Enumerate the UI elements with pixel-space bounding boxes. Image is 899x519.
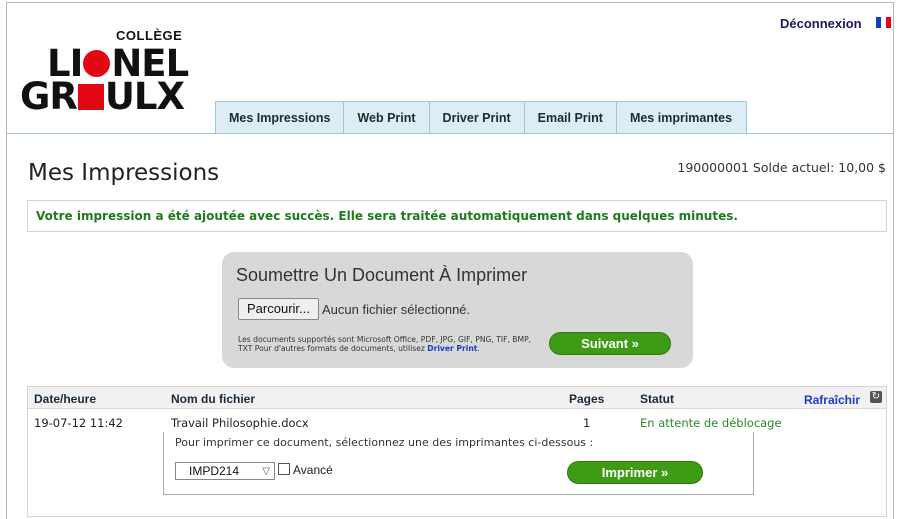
page-title: Mes Impressions — [28, 160, 220, 186]
row-datetime: 19-07-12 11:42 — [34, 416, 123, 430]
driver-print-link[interactable]: Driver Print — [427, 344, 477, 353]
row-pages: 1 — [583, 416, 591, 430]
header-filename: Nom du fichier — [171, 392, 256, 406]
row-status: En attente de déblocage — [640, 416, 782, 430]
logout-link[interactable]: Déconnexion — [780, 16, 862, 31]
jobs-table: Date/heure Nom du fichier Pages Statut R… — [27, 386, 887, 517]
main-nav-tabs: Mes Impressions Web Print Driver Print E… — [215, 101, 748, 134]
refresh-icon[interactable]: ↻ — [870, 391, 882, 403]
success-message-box: Votre impression a été ajoutée avec succ… — [27, 200, 887, 232]
refresh-link[interactable]: Rafraîchir — [804, 393, 860, 407]
browse-button[interactable]: Parcourir... — [238, 298, 319, 320]
chevron-down-icon: ▽ — [262, 466, 270, 477]
print-button[interactable]: Imprimer » — [567, 461, 703, 484]
advanced-label: Avancé — [293, 463, 333, 477]
tab-web-print[interactable]: Web Print — [344, 102, 430, 134]
college-logo: COLLÈGE LI NEL GR ULX — [20, 28, 205, 118]
upload-title: Soumettre Un Document À Imprimer — [236, 265, 528, 285]
supported-formats-text: Les documents supportés sont Microsoft O… — [238, 335, 532, 353]
account-balance: 190000001 Solde actuel: 10,00 $ — [677, 160, 886, 175]
release-instruction: Pour imprimer ce document, sélectionnez … — [175, 436, 594, 449]
french-flag-icon[interactable] — [876, 17, 891, 28]
row-filename: Travail Philosophie.docx — [171, 416, 309, 430]
next-button[interactable]: Suivant » — [549, 332, 671, 355]
success-message: Votre impression a été ajoutée avec succ… — [36, 209, 738, 223]
printer-select-value: IMPD214 — [189, 464, 240, 478]
header-status: Statut — [640, 392, 674, 406]
tab-driver-print[interactable]: Driver Print — [430, 102, 525, 134]
header-datetime: Date/heure — [34, 392, 97, 406]
upload-panel: Soumettre Un Document À Imprimer Parcour… — [222, 252, 693, 368]
logo-line-groulx: GR ULX — [20, 75, 185, 118]
advanced-checkbox[interactable] — [278, 463, 290, 475]
header-divider — [7, 133, 893, 134]
tab-mes-imprimantes[interactable]: Mes imprimantes — [617, 102, 746, 134]
tab-email-print[interactable]: Email Print — [525, 102, 617, 134]
logo-college-text: COLLÈGE — [116, 28, 183, 43]
printer-select[interactable]: IMPD214 ▽ — [175, 462, 275, 480]
tab-mes-impressions[interactable]: Mes Impressions — [216, 102, 345, 134]
table-header: Date/heure Nom du fichier Pages Statut R… — [28, 387, 886, 409]
header-pages: Pages — [569, 392, 605, 406]
no-file-label: Aucun fichier sélectionné. — [322, 302, 471, 317]
release-panel: Pour imprimer ce document, sélectionnez … — [163, 432, 754, 495]
